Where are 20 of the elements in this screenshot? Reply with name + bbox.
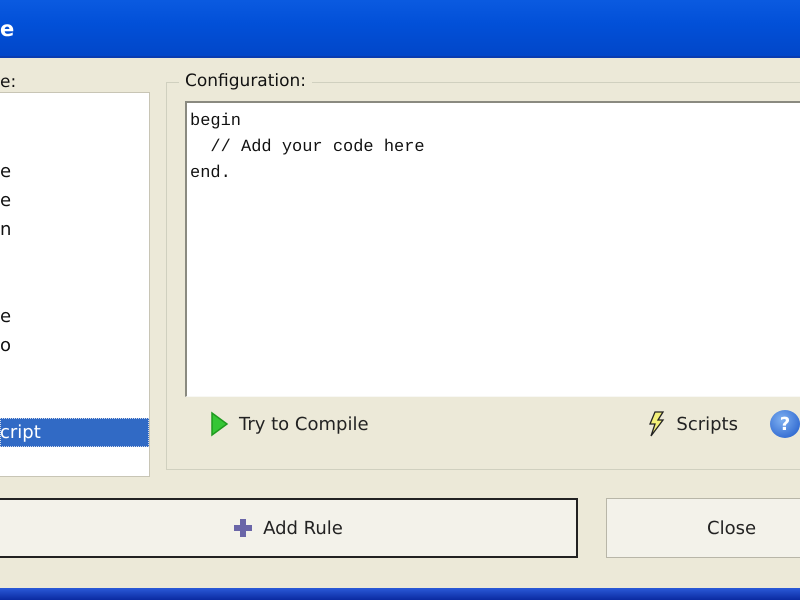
- plus-icon: [233, 518, 254, 538]
- list-label: e:: [0, 72, 18, 92]
- code-line: begin: [190, 111, 242, 133]
- window-title: e: [0, 16, 14, 41]
- add-rule-button[interactable]: Add Rule: [0, 498, 578, 558]
- close-button[interactable]: Close: [606, 498, 800, 558]
- list-item[interactable]: e: [0, 186, 149, 215]
- code-line: end.: [190, 163, 232, 185]
- scripts-button[interactable]: Scripts: [640, 411, 744, 437]
- play-icon: [209, 411, 229, 437]
- list-item[interactable]: cript: [0, 418, 149, 447]
- list-item[interactable]: e: [0, 157, 149, 186]
- code-editor[interactable]: begin // Add your code here end.: [185, 101, 800, 397]
- code-line: // Add your code here: [209, 137, 426, 159]
- group-label: Configuration:: [179, 71, 312, 91]
- list-item[interactable]: n: [0, 215, 149, 244]
- compile-button[interactable]: Try to Compile: [203, 411, 375, 437]
- list-item[interactable]: o: [0, 331, 149, 360]
- list-item[interactable]: e: [0, 302, 149, 331]
- lightning-icon: [646, 411, 666, 437]
